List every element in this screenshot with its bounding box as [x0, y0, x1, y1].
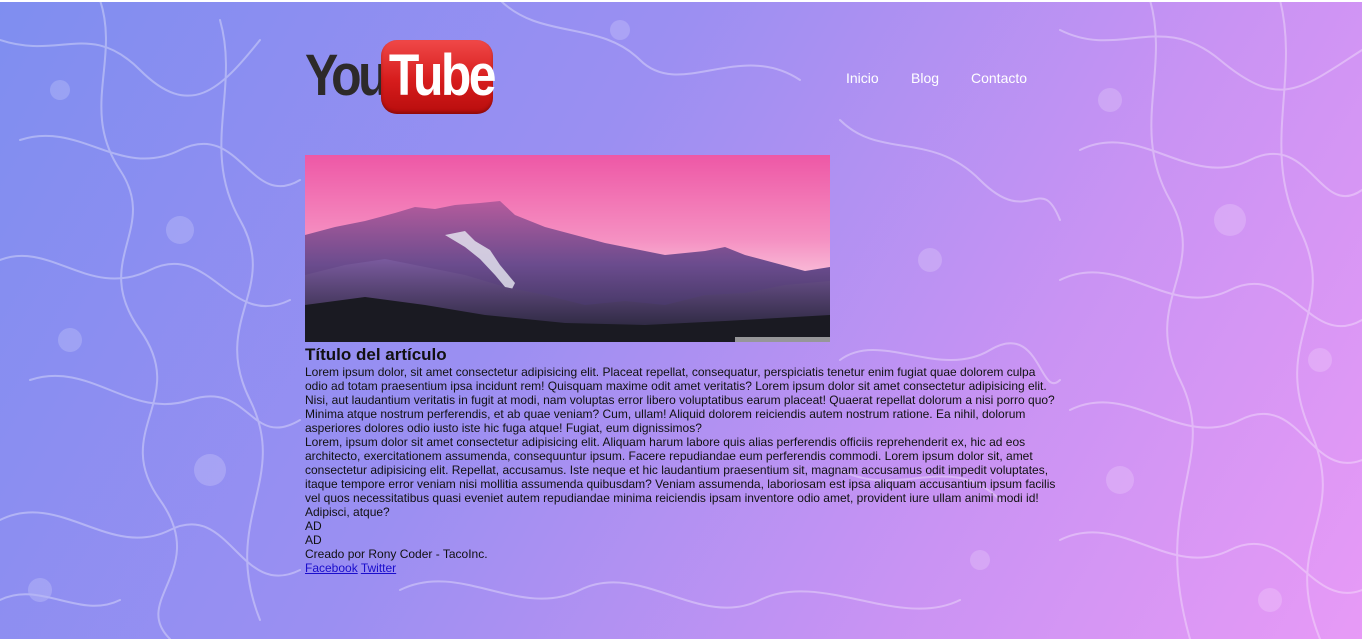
nav-link-contacto[interactable]: Contacto — [971, 70, 1027, 86]
footer-credit: Creado por Rony Coder - TacoInc. — [305, 547, 488, 561]
logo-word-tube: Tube — [388, 43, 497, 108]
ad-slot-2: AD — [305, 533, 322, 547]
article: Título del artículo Lorem ipsum dolor, s… — [305, 345, 1060, 575]
article-paragraph-1: Lorem ipsum dolor, sit amet consectetur … — [305, 365, 1055, 435]
logo-word-you: You — [305, 43, 389, 108]
social-links: Facebook Twitter — [305, 561, 1060, 575]
mountain-landscape-image — [305, 155, 830, 342]
article-hero-image — [305, 155, 830, 342]
article-paragraph-2: Lorem, ipsum dolor sit amet consectetur … — [305, 435, 1056, 519]
ad-slot-1: AD — [305, 519, 322, 533]
twitter-link[interactable]: Twitter — [361, 561, 396, 575]
nav-link-inicio[interactable]: Inicio — [846, 70, 879, 86]
facebook-link[interactable]: Facebook — [305, 561, 358, 575]
logo-red-box: Tube — [381, 40, 497, 114]
youtube-logo[interactable]: You Tube — [305, 40, 497, 114]
nav-link-blog[interactable]: Blog — [911, 70, 939, 86]
article-title: Título del artículo — [305, 345, 447, 364]
